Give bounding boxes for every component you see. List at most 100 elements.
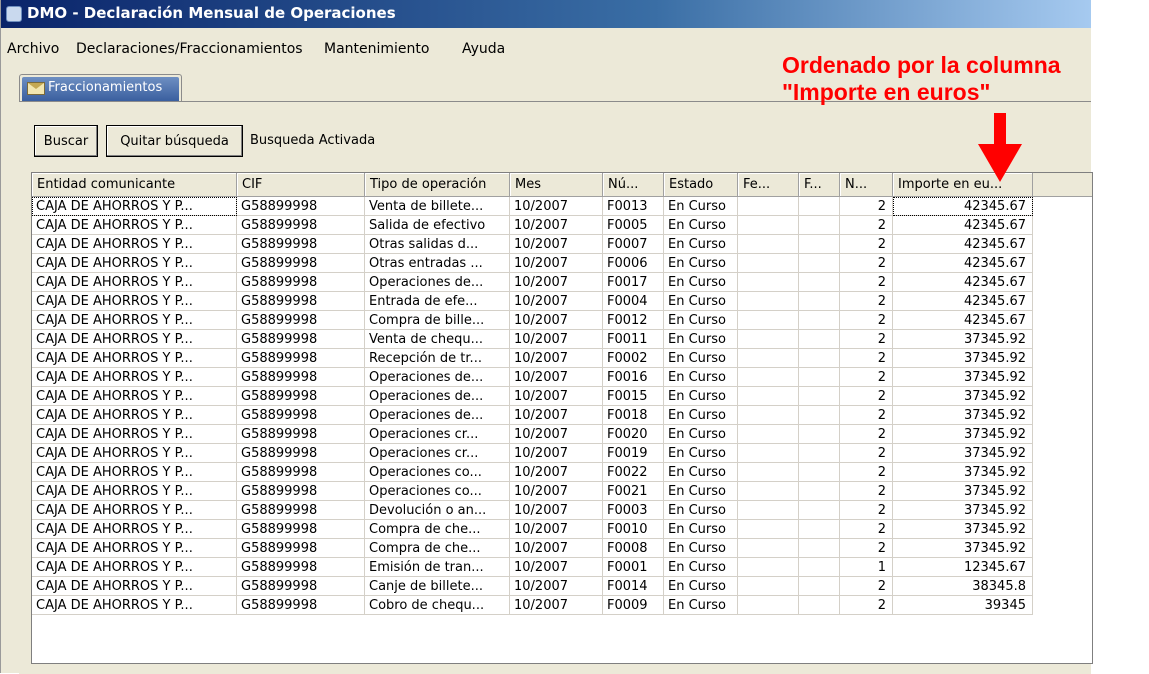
cell-entity: CAJA DE AHORROS Y P... — [32, 292, 237, 311]
table-row[interactable]: CAJA DE AHORROS Y P... G58899998 Compra de… — [32, 311, 1033, 330]
cell-date — [738, 254, 799, 273]
cell-cif: G58899998 — [237, 368, 365, 387]
table-row[interactable]: CAJA DE AHORROS Y P... G58899998 Operacion… — [32, 368, 1033, 387]
cell-entity: CAJA DE AHORROS Y P... — [32, 406, 237, 425]
table-row[interactable]: CAJA DE AHORROS Y P... G58899998 Operacion… — [32, 444, 1033, 463]
cell-n: 2 — [840, 216, 893, 235]
cell-n: 2 — [840, 444, 893, 463]
table-row[interactable]: CAJA DE AHORROS Y P... G58899998 Compra de… — [32, 520, 1033, 539]
table-row[interactable]: CAJA DE AHORROS Y P... G58899998 Otras sal… — [32, 235, 1033, 254]
cell-entity: CAJA DE AHORROS Y P... — [32, 311, 237, 330]
cell-amount: 37345.92 — [893, 368, 1033, 387]
annotation-line-1: Ordenado por la columna — [782, 52, 1061, 78]
cell-operation-type: Salida de efectivo — [365, 216, 510, 235]
cell-cif: G58899998 — [237, 349, 365, 368]
table-row[interactable]: CAJA DE AHORROS Y P... G58899998 Operacion… — [32, 463, 1033, 482]
cell-n: 2 — [840, 406, 893, 425]
cell-date — [738, 596, 799, 615]
search-button[interactable]: Buscar — [34, 125, 98, 157]
cell-f — [799, 254, 840, 273]
table-row[interactable]: CAJA DE AHORROS Y P... G58899998 Compra de… — [32, 539, 1033, 558]
cell-date — [738, 330, 799, 349]
cell-number: F0010 — [603, 520, 664, 539]
tab-label: Fraccionamientos — [48, 80, 163, 95]
column-header-status[interactable]: Estado — [664, 173, 738, 196]
cell-amount: 42345.67 — [893, 197, 1033, 216]
cell-entity: CAJA DE AHORROS Y P... — [32, 197, 237, 216]
cell-cif: G58899998 — [237, 292, 365, 311]
cell-number: F0015 — [603, 387, 664, 406]
cell-n: 2 — [840, 482, 893, 501]
cell-operation-type: Operaciones de... — [365, 387, 510, 406]
cell-cif: G58899998 — [237, 311, 365, 330]
menu-archivo[interactable]: Archivo — [7, 41, 59, 57]
cell-n: 2 — [840, 292, 893, 311]
table-row[interactable]: CAJA DE AHORROS Y P... G58899998 Devolució… — [32, 501, 1033, 520]
cell-cif: G58899998 — [237, 273, 365, 292]
clear-search-button[interactable]: Quitar búsqueda — [106, 125, 243, 157]
table-row[interactable]: CAJA DE AHORROS Y P... G58899998 Operacion… — [32, 406, 1033, 425]
cell-f — [799, 311, 840, 330]
cell-month: 10/2007 — [510, 444, 603, 463]
cell-cif: G58899998 — [237, 558, 365, 577]
cell-operation-type: Otras salidas d... — [365, 235, 510, 254]
table-row[interactable]: CAJA DE AHORROS Y P... G58899998 Canje de … — [32, 577, 1033, 596]
cell-month: 10/2007 — [510, 482, 603, 501]
column-header-entity[interactable]: Entidad comunicante — [32, 173, 237, 196]
cell-number: F0007 — [603, 235, 664, 254]
column-header-n[interactable]: N... — [840, 173, 893, 196]
cell-number: F0017 — [603, 273, 664, 292]
cell-number: F0005 — [603, 216, 664, 235]
table-row[interactable]: CAJA DE AHORROS Y P... G58899998 Otras ent… — [32, 254, 1033, 273]
tab-fraccionamientos[interactable]: Fraccionamientos — [19, 74, 182, 101]
cell-f — [799, 349, 840, 368]
cell-operation-type: Devolución o an... — [365, 501, 510, 520]
cell-status: En Curso — [664, 387, 738, 406]
cell-amount: 12345.67 — [893, 558, 1033, 577]
column-header-date[interactable]: Fe... — [738, 173, 799, 196]
cell-amount: 42345.67 — [893, 216, 1033, 235]
table-row[interactable]: CAJA DE AHORROS Y P... G58899998 Operacion… — [32, 273, 1033, 292]
cell-date — [738, 273, 799, 292]
cell-month: 10/2007 — [510, 501, 603, 520]
cell-f — [799, 463, 840, 482]
cell-f — [799, 330, 840, 349]
cell-f — [799, 558, 840, 577]
table-row[interactable]: CAJA DE AHORROS Y P... G58899998 Entrada d… — [32, 292, 1033, 311]
column-header-f[interactable]: F... — [799, 173, 840, 196]
cell-cif: G58899998 — [237, 596, 365, 615]
cell-number: F0022 — [603, 463, 664, 482]
column-header-month[interactable]: Mes — [510, 173, 603, 196]
cell-date — [738, 577, 799, 596]
cell-status: En Curso — [664, 235, 738, 254]
cell-f — [799, 235, 840, 254]
cell-number: F0020 — [603, 425, 664, 444]
table-row[interactable]: CAJA DE AHORROS Y P... G58899998 Emisión d… — [32, 558, 1033, 577]
cell-date — [738, 444, 799, 463]
menu-mantenimiento[interactable]: Mantenimiento — [324, 41, 429, 57]
cell-date — [738, 558, 799, 577]
table-row[interactable]: CAJA DE AHORROS Y P... G58899998 Recepción… — [32, 349, 1033, 368]
cell-status: En Curso — [664, 197, 738, 216]
menu-declaraciones[interactable]: Declaraciones/Fraccionamientos — [76, 41, 303, 57]
table-row[interactable]: CAJA DE AHORROS Y P... G58899998 Salida de… — [32, 216, 1033, 235]
title-bar[interactable]: DMO - Declaración Mensual de Operaciones — [1, 0, 1091, 28]
cell-date — [738, 387, 799, 406]
table-row[interactable]: CAJA DE AHORROS Y P... G58899998 Operacion… — [32, 425, 1033, 444]
table-row[interactable]: CAJA DE AHORROS Y P... G58899998 Operacion… — [32, 387, 1033, 406]
column-header-operation-type[interactable]: Tipo de operación — [365, 173, 510, 196]
column-header-cif[interactable]: CIF — [237, 173, 365, 196]
cell-f — [799, 273, 840, 292]
menu-ayuda[interactable]: Ayuda — [462, 41, 505, 57]
table-row[interactable]: CAJA DE AHORROS Y P... G58899998 Venta de … — [32, 330, 1033, 349]
cell-date — [738, 292, 799, 311]
column-header-number[interactable]: Nú... — [603, 173, 664, 196]
operations-table[interactable]: Entidad comunicante CIF Tipo de operación M… — [31, 172, 1093, 664]
table-row[interactable]: CAJA DE AHORROS Y P... G58899998 Operacion… — [32, 482, 1033, 501]
cell-month: 10/2007 — [510, 235, 603, 254]
cell-n: 2 — [840, 349, 893, 368]
annotation-arrow-icon — [994, 113, 1006, 145]
cell-amount: 37345.92 — [893, 539, 1033, 558]
table-row[interactable]: CAJA DE AHORROS Y P... G58899998 Cobro de … — [32, 596, 1033, 615]
table-row[interactable]: CAJA DE AHORROS Y P... G58899998 Venta de … — [32, 197, 1033, 216]
